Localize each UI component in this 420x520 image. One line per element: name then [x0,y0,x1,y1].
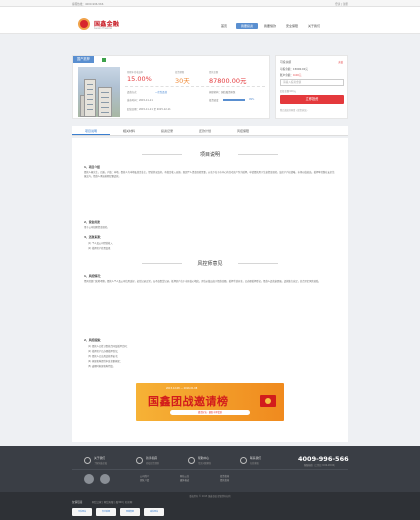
weibo-icon[interactable] [100,474,110,484]
repay-source-item: (1) 个人及公司经营收入 [88,242,113,245]
red-envelope-icon [260,395,276,407]
trust-badges: 可信网站 安全联盟 网络警察 诚信网站 [72,508,164,516]
invite-promo-banner[interactable]: 2015.12.08 — 2016.01.08 国鑫团战邀请榜 邀请好友 · 赢… [136,383,284,421]
progress-fill [223,99,245,101]
guarantee-text: 担保机构：国信融资担保 [209,91,236,94]
amount-stat: 借款金额 87800.00元 [209,70,247,85]
footer: 关于我们 了解国鑫金融 新手指南 轻松投资理财 帮助中心 常见问题解答 联系我们… [0,446,420,492]
copyright: 版权所有 © 2015 国鑫金融 保留所有权利 [189,495,231,498]
rate-value: 15.00% [127,75,152,83]
nav-invest[interactable]: 我要投资 [236,23,258,29]
risk-measure-item: (5) 逾期时担保机构代偿。 [88,365,115,368]
footer-divider [72,469,348,470]
available-balance: 可投余额：15000.00元 [280,68,308,71]
term-stat: 投资期限 30天 [175,70,190,85]
hotline-text: 客服热线：4009-996-566 [72,3,104,6]
guide-icon [136,457,143,464]
recharge-link[interactable]: 充值 [338,60,343,64]
trust-badge[interactable]: 可信网站 [72,508,92,516]
property-photo [78,67,120,117]
safe-badge-icon [102,57,106,62]
risk-measure-item: (3) 借款人已出具还款承诺书； [88,355,120,358]
rate-label: 预期年化收益率 [127,71,144,74]
section-title-risk: 风控师意见 [197,261,223,267]
invest-amount-input[interactable]: 请输入投资金额 [280,79,344,86]
phone-icon [240,457,247,464]
min-invest-hint: 起投金额100元 [280,90,296,93]
risk-measures-heading: 2、风控措施： [84,338,103,342]
footer-col-2: 网站公告 媒体报道 [180,475,190,482]
card-divider [125,86,265,87]
header-divider [0,33,420,34]
fund-use-text: 用于公司短期资金周转。 [84,226,110,229]
repay-source-item: (2) 抵押房产处置变现 [88,247,111,250]
tab-invest-records[interactable]: 投资记录 [148,126,186,135]
agreement-checkbox[interactable]: 我已阅读并同意《投资协议》 [280,108,308,112]
trust-badge[interactable]: 网络警察 [120,508,140,516]
promo-title: 国鑫团战邀请榜 [148,395,229,408]
nav-about[interactable]: 关于我们 [304,23,324,29]
progress-label: 投资进度 [209,99,219,102]
tab-repay-plan[interactable]: 还款计划 [186,126,224,135]
friend-links-label: 友情链接 [72,501,83,504]
account-balance: 账户余额：0.00元 [280,74,302,77]
risk-measure-item: (2) 抵押房产已办理抵押登记； [88,350,120,353]
wechat-icon[interactable] [84,474,94,484]
project-intro-heading: 1、项目介绍 [84,165,100,169]
tab-project-desc[interactable]: 项目说明 [72,126,110,135]
brand-logo-icon[interactable] [78,18,90,30]
detail-tabs: 项目说明 相关材料 投资记录 还款计划 风控保障 [72,126,348,136]
risk-measure-item: (1) 借款人已签订借款合同及抵押合同； [88,345,129,348]
main-nav: 首页 我要投资 我要借款 安全保障 关于我们 [214,23,324,29]
footer-phone-hours: 客服热线（工作日 9:00-18:00） [304,464,337,467]
amount-label: 借款金额 [209,71,219,74]
bottom-bar: 版权所有 © 2015 国鑫金融 保留所有权利 友情链接 网贷之家 | 网贷天眼… [0,492,420,520]
term-value: 30天 [175,77,190,85]
risk-status-text: 经风控部门实地考察，借款人个人及公司信用良好，征信记录正常，无不良借贷记录。抵押… [84,280,321,283]
product-tag: 国产抵押 [73,56,94,63]
footer-col-3: 投资指南 借款指南 [220,475,230,482]
nav-borrow[interactable]: 我要借款 [260,23,280,29]
progress-bar [223,99,245,101]
release-date: 发布时间：2015-11-11 [127,99,153,102]
trust-badge[interactable]: 诚信网站 [144,508,164,516]
nav-home[interactable]: 首页 [214,23,234,29]
info-icon [84,457,91,464]
term-label: 投资期限 [175,71,185,74]
project-intro-text: 借款人杨先生，已婚，户籍：本地。借款人为本地私营企业主，经营状况良好，有稳定收入… [84,171,335,178]
product-card: 国产抵押 预期年化收益率 15.00% 投资期限 30天 借款金额 87800.… [72,55,270,119]
invest-title: 可投余额 [280,60,292,64]
fund-use-heading: 2、资金用途 [84,220,100,224]
friend-links[interactable]: 网贷之家 | 网贷天眼 | 融360 | 和讯网 [92,500,132,504]
amount-value: 87800.00元 [209,77,247,85]
footer-phone: 4009-996-566 [298,455,349,463]
promo-date: 2015.12.08 — 2016.01.08 [166,387,198,390]
risk-status-heading: 1、风控情况： [84,274,103,278]
trust-badge[interactable]: 安全联盟 [96,508,116,516]
tab-materials[interactable]: 相关材料 [110,126,148,135]
invest-box: 可投余额 充值 可投余额：15000.00元 账户余额：0.00元 请输入投资金… [275,55,348,119]
footer-col-1: 公司简介 团队介绍 [140,475,150,482]
brand-subtitle: Guoxin Financial [94,27,112,30]
risk-measure-item: (4) 担保机构提供本息全额担保； [88,360,122,363]
tab-risk[interactable]: 风控保障 [224,126,262,135]
repay-label: 还款方式 [127,91,137,94]
progress-percent: 99% [249,98,255,101]
header: 国鑫金融 Guoxin Financial 首页 我要投资 我要借款 安全保障 … [0,7,420,34]
top-strip: 客服热线：4009-996-566 登录 | 注册 [0,0,420,7]
login-register-links[interactable]: 登录 | 注册 [335,2,348,6]
date-range: 起息日期：2015-11-11 至 2015-12-11 [127,108,171,111]
repay-source-heading: 3、还款来源： [84,235,103,239]
repay-value: 一次性还款 [155,91,167,94]
promo-subtitle: 邀请好友 · 赢取丰厚奖励 [170,410,250,415]
rate-stat: 预期年化收益率 15.00% [127,70,152,83]
invest-now-button[interactable]: 立即投资 [280,95,344,104]
section-title-project: 项目说明 [199,152,220,158]
nav-security[interactable]: 安全保障 [282,23,302,29]
help-icon [188,457,195,464]
